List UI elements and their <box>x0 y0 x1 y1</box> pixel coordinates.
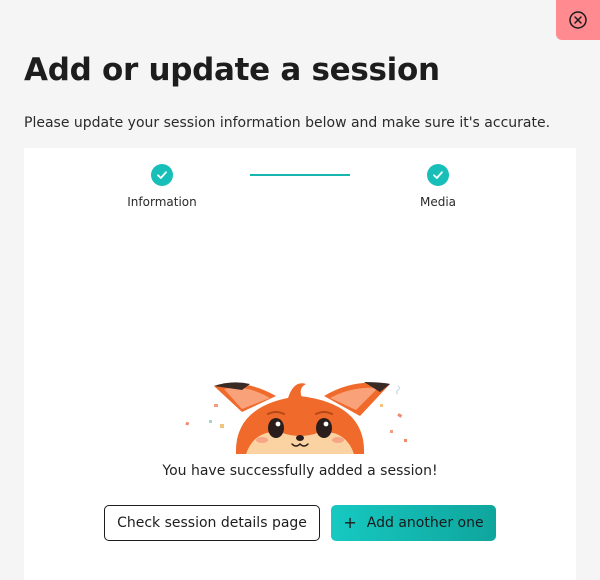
button-label: Check session details page <box>117 515 307 531</box>
step-label: Media <box>419 195 457 209</box>
check-icon <box>151 164 173 186</box>
success-message: You have successfully added a session! <box>162 463 438 479</box>
close-icon <box>569 11 587 29</box>
page-title: Add or update a session <box>24 52 440 88</box>
check-session-details-button[interactable]: Check session details page <box>104 505 320 541</box>
close-button[interactable] <box>556 0 600 40</box>
button-label: Add another one <box>366 515 484 531</box>
plus-icon: + <box>343 513 357 532</box>
session-card: Information Media You have successfully … <box>24 148 576 580</box>
add-another-session-button[interactable]: + Add another one <box>331 505 496 541</box>
check-icon <box>427 164 449 186</box>
step-label: Information <box>127 195 197 209</box>
step-information[interactable]: Information <box>102 164 222 209</box>
page-subtitle: Please update your session information b… <box>24 115 551 131</box>
fox-mascot-illustration <box>185 382 407 454</box>
step-connector <box>250 174 350 176</box>
step-media[interactable]: Media <box>378 164 498 209</box>
